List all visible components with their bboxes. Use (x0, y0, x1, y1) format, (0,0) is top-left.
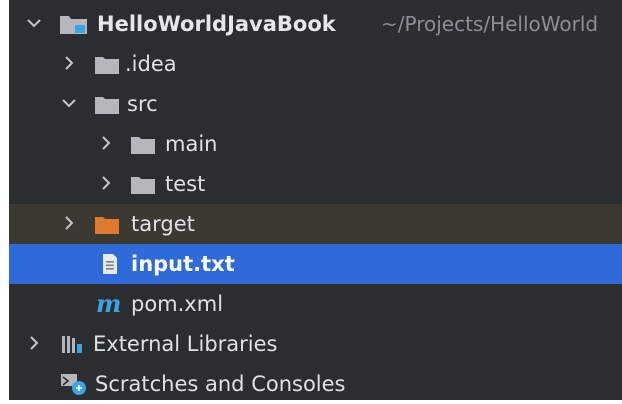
tree-item-label: External Libraries (93, 332, 278, 356)
tree-item-src[interactable]: src (9, 84, 622, 124)
tree-item-label: pom.xml (131, 292, 224, 316)
tree-item-label: HelloWorldJavaBook (97, 12, 336, 36)
folder-icon (95, 96, 119, 114)
project-path-hint: ~/Projects/HelloWorld (381, 12, 599, 36)
tree-item-scratches[interactable]: Scratches and Consoles (9, 364, 622, 400)
tree-item-input-txt[interactable]: input.txt (9, 244, 622, 284)
folder-icon (131, 136, 155, 154)
tree-item-main[interactable]: main (9, 124, 622, 164)
tree-item-external-libraries[interactable]: External Libraries (9, 324, 622, 364)
tree-item-label: input.txt (131, 252, 235, 276)
tree-item-label: Scratches and Consoles (95, 372, 346, 396)
tree-item-label: test (165, 172, 206, 196)
tree-item-label: .idea (125, 52, 177, 76)
folder-icon (131, 176, 155, 194)
tree-item-label: target (131, 212, 195, 236)
library-icon (61, 334, 83, 354)
chevron-right-icon[interactable] (60, 214, 78, 232)
tree-item-idea[interactable]: .idea (9, 44, 622, 84)
module-folder-icon (59, 13, 89, 35)
tree-item-test[interactable]: test (9, 164, 622, 204)
chevron-right-icon[interactable] (97, 134, 115, 152)
scratches-icon (59, 372, 89, 396)
text-file-icon (102, 253, 118, 275)
chevron-right-icon[interactable] (25, 334, 43, 352)
tree-item-target[interactable]: target (9, 204, 622, 244)
folder-icon (95, 56, 119, 74)
chevron-down-icon[interactable] (60, 94, 78, 112)
chevron-right-icon[interactable] (60, 54, 78, 72)
project-tree-panel: HelloWorldJavaBook ~/Projects/HelloWorld… (9, 0, 622, 400)
tree-item-root[interactable]: HelloWorldJavaBook ~/Projects/HelloWorld (9, 4, 622, 44)
chevron-right-icon[interactable] (97, 174, 115, 192)
excluded-folder-icon (95, 216, 119, 234)
chevron-down-icon[interactable] (25, 14, 43, 32)
tree-item-label: src (127, 92, 158, 116)
tree-item-label: main (165, 132, 218, 156)
tree-item-pom-xml[interactable]: m pom.xml (9, 284, 622, 324)
maven-icon: m (96, 289, 122, 318)
